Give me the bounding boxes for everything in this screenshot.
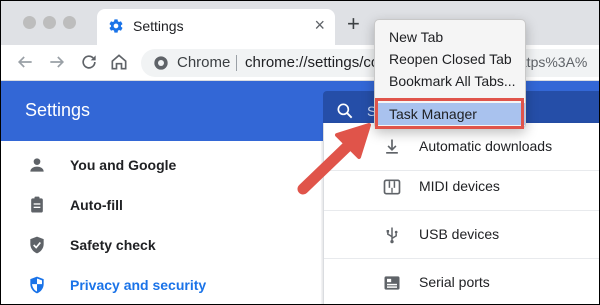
- forward-arrow-icon[interactable]: [47, 52, 67, 72]
- list-item-label: MIDI devices: [419, 178, 500, 194]
- annotation-arrow-icon: [297, 123, 371, 195]
- clipboard-icon: [31, 196, 43, 213]
- sidebar-item-label: Auto-fill: [70, 197, 123, 213]
- list-item-label: Serial ports: [419, 274, 490, 290]
- list-item-serial-ports[interactable]: Serial ports: [324, 259, 599, 304]
- shield-check-icon: [30, 236, 44, 254]
- sidebar-item-label: You and Google: [70, 157, 177, 173]
- omnibox-separator: [236, 55, 237, 71]
- page-title: Settings: [25, 100, 91, 120]
- tab-close-icon[interactable]: ×: [314, 15, 325, 35]
- reload-icon[interactable]: [79, 52, 99, 72]
- menu-item-label: New Tab: [389, 29, 444, 45]
- tab-title: Settings: [133, 18, 184, 34]
- window-zoom-button[interactable]: [63, 16, 76, 29]
- menu-item-label: Bookmark All Tabs...: [389, 73, 516, 89]
- settings-sidebar: You and Google Auto-fill Safety check Pr…: [1, 141, 321, 304]
- omnibox-chrome-label: Chrome: [177, 54, 231, 71]
- tab-settings[interactable]: Settings ×: [97, 9, 335, 45]
- address-bar[interactable]: Chrome chrome://settings/co https%3A%: [141, 49, 599, 77]
- sidebar-item-you-and-google[interactable]: You and Google: [1, 145, 321, 185]
- list-item-usb-devices[interactable]: USB devices: [324, 211, 599, 259]
- sidebar-item-auto-fill[interactable]: Auto-fill: [1, 185, 321, 225]
- list-item-label: USB devices: [419, 226, 500, 242]
- menu-item-reopen-closed-tab[interactable]: Reopen Closed Tab: [375, 48, 525, 70]
- shield-icon: [30, 276, 44, 294]
- home-icon[interactable]: [109, 52, 129, 72]
- menu-item-label: Reopen Closed Tab: [389, 51, 512, 67]
- back-arrow-icon[interactable]: [15, 52, 35, 72]
- sidebar-item-privacy-and-security[interactable]: Privacy and security: [1, 265, 321, 304]
- serial-port-icon: [384, 276, 400, 290]
- omnibox-url: chrome://settings/co: [245, 54, 380, 71]
- list-item-label: Automatic downloads: [419, 138, 553, 154]
- person-icon: [30, 158, 44, 172]
- annotation-highlight-box: [375, 98, 524, 129]
- browser-window: Settings × + Chrome chrome://settings/co: [0, 0, 600, 305]
- usb-icon: [386, 227, 398, 244]
- menu-item-bookmark-all-tabs[interactable]: Bookmark All Tabs...: [375, 70, 525, 92]
- sidebar-item-label: Privacy and security: [70, 277, 207, 293]
- sidebar-item-label: Safety check: [70, 237, 156, 253]
- new-tab-button[interactable]: +: [347, 13, 360, 35]
- window-close-button[interactable]: [23, 16, 36, 29]
- menu-item-new-tab[interactable]: New Tab: [375, 26, 525, 48]
- chrome-icon: [154, 56, 168, 70]
- gear-icon: [109, 19, 123, 33]
- sidebar-item-safety-check[interactable]: Safety check: [1, 225, 321, 265]
- window-minimize-button[interactable]: [43, 16, 56, 29]
